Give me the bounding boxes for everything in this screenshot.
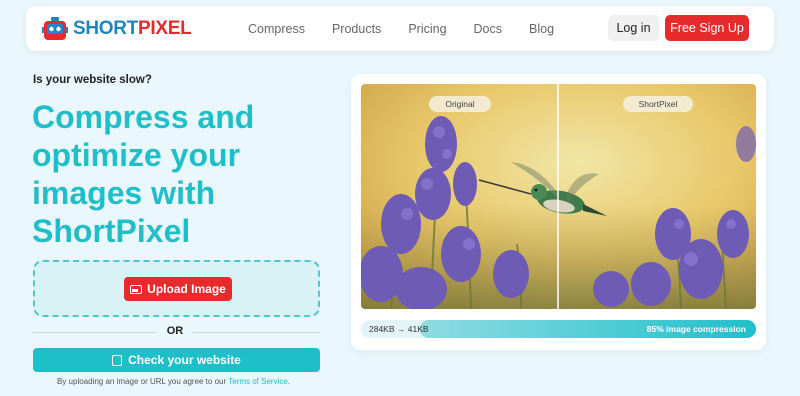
size-arrow: → — [396, 324, 406, 334]
brand-name-part1: SHORT — [73, 18, 139, 39]
nav-link-pricing[interactable]: Pricing — [408, 22, 446, 36]
terms-text: By uploading an image or URL you agree t… — [57, 377, 227, 386]
image-icon — [130, 284, 143, 294]
terms-of-service-link[interactable]: Terms of Service — [228, 377, 288, 386]
original-label: Original — [429, 96, 491, 112]
check-website-label: Check your website — [128, 353, 241, 367]
terms-suffix: . — [287, 377, 291, 386]
demo-image: Original ShortPixel — [361, 84, 756, 309]
clipboard-icon — [112, 354, 123, 366]
hummingbird-lavender-photo — [361, 84, 756, 309]
compression-demo-card: Original ShortPixel 284KB → 41KB 85% ima… — [351, 74, 766, 350]
or-label: OR — [157, 325, 193, 337]
headline-line: optimize your — [32, 137, 241, 173]
upload-dropzone[interactable]: Upload Image — [33, 260, 320, 317]
file-size-label: 284KB → 41KB — [369, 320, 429, 338]
headline-line: ShortPixel — [32, 213, 191, 249]
compression-percent-label: 85% image compression — [646, 324, 746, 334]
signup-button[interactable]: Free Sign Up — [665, 15, 749, 41]
hero-eyebrow: Is your website slow? — [33, 74, 152, 86]
logo[interactable]: SHORTPIXEL — [42, 15, 192, 42]
size-after: 41KB — [407, 324, 429, 334]
compression-progress: 284KB → 41KB 85% image compression — [361, 320, 756, 338]
headline-line: Compress and — [32, 99, 255, 135]
robot-logo-icon — [42, 17, 68, 40]
nav-links: Compress Products Pricing Docs Blog — [248, 6, 581, 51]
brand-name: SHORTPIXEL — [73, 15, 192, 42]
nav-link-docs[interactable]: Docs — [474, 22, 502, 36]
shortpixel-label: ShortPixel — [623, 96, 693, 112]
hero-headline: Compress and optimize your images with S… — [32, 98, 332, 250]
login-button[interactable]: Log in — [608, 15, 659, 41]
nav-link-blog[interactable]: Blog — [529, 22, 554, 36]
terms-notice: By uploading an image or URL you agree t… — [57, 377, 290, 386]
navbar: SHORTPIXEL Compress Products Pricing Doc… — [26, 6, 774, 51]
check-website-button[interactable]: Check your website — [33, 348, 320, 372]
upload-image-label: Upload Image — [147, 282, 226, 296]
upload-image-button[interactable]: Upload Image — [124, 277, 232, 301]
size-before: 284KB — [369, 324, 395, 334]
nav-link-products[interactable]: Products — [332, 22, 381, 36]
headline-line: images with — [32, 175, 216, 211]
brand-name-part2: PIXEL — [138, 18, 192, 39]
nav-link-compress[interactable]: Compress — [248, 22, 305, 36]
